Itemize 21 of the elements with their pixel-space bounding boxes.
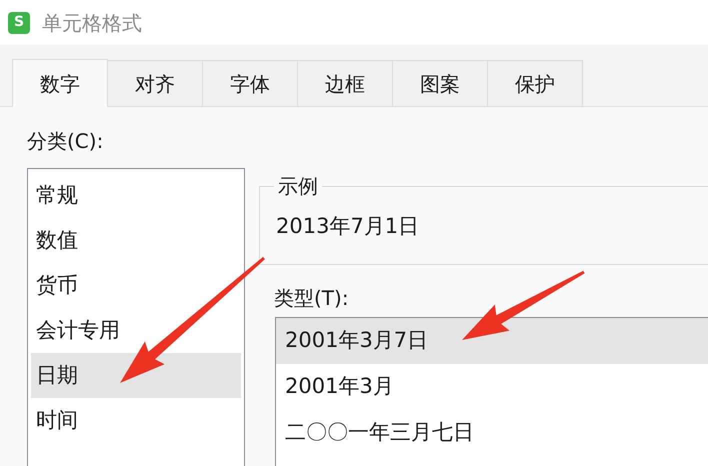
tab[interactable]: 对齐 xyxy=(108,60,203,106)
tab[interactable]: 边框 xyxy=(298,60,393,106)
tab[interactable]: 保护 xyxy=(488,60,583,106)
category-item[interactable]: 数值 xyxy=(31,218,241,263)
type-item[interactable]: 二〇〇一年三月七日 xyxy=(276,410,708,456)
tab[interactable]: 数字 xyxy=(12,59,108,107)
type-item[interactable]: 2001年3月7日 xyxy=(276,318,708,364)
sample-legend: 示例 xyxy=(274,171,322,201)
category-label: 分类(C): xyxy=(27,128,104,155)
type-item[interactable]: 2001年3月 xyxy=(276,364,708,410)
tab[interactable]: 图案 xyxy=(393,60,488,106)
category-item[interactable]: 日期 xyxy=(31,353,241,398)
type-label: 类型(T): xyxy=(274,285,350,312)
category-item[interactable]: 货币 xyxy=(31,263,241,308)
window-title: 单元格格式 xyxy=(42,10,142,36)
tab[interactable]: 字体 xyxy=(203,60,298,106)
category-item[interactable]: 常规 xyxy=(31,173,241,218)
app-logo-icon: S xyxy=(8,12,30,34)
category-item[interactable]: 时间 xyxy=(31,398,241,443)
sample-value: 2013年7月1日 xyxy=(276,213,420,240)
category-item[interactable]: 会计专用 xyxy=(31,308,241,353)
